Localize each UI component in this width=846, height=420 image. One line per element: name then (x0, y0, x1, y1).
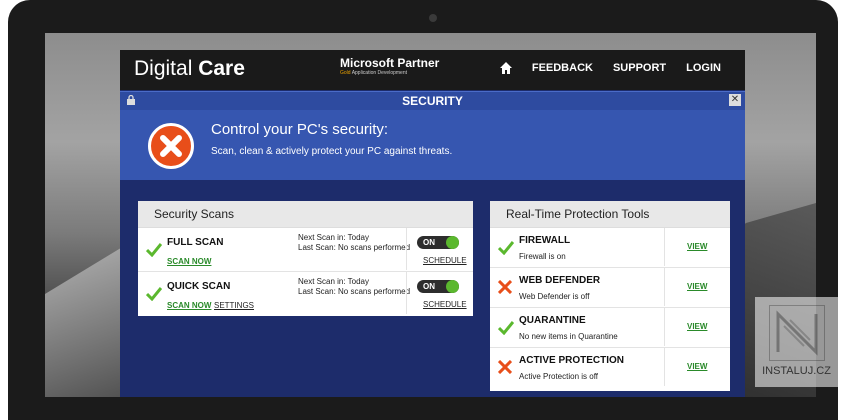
security-title: SECURITY (402, 94, 463, 108)
rt-title-bold: Real-Time (506, 207, 561, 221)
toggle-knob (446, 280, 459, 293)
scan-info: Next Scan in: Today Last Scan: No scans … (298, 277, 410, 297)
rt-panel-title: Real-Time Protection Tools (490, 201, 730, 228)
desktop-background: Digital Care Microsoft Partner Gold Appl… (45, 33, 816, 397)
watermark-logo (769, 305, 825, 361)
check-icon (498, 241, 514, 255)
scans-panel-title: Security Scans (138, 201, 473, 228)
hero-subtext: Scan, clean & actively protect your PC a… (211, 146, 453, 157)
schedule-link[interactable]: SCHEDULE (423, 300, 467, 309)
partner-gold: Gold (340, 70, 351, 76)
toggle-label: ON (423, 282, 435, 291)
toggle-label: ON (423, 238, 435, 247)
scan-toggle[interactable]: ON (417, 236, 459, 249)
scan-now-link[interactable]: SCAN NOW (167, 257, 211, 266)
real-time-protection-panel: Real-Time Protection Tools FIREWALL Fire… (490, 201, 730, 391)
schedule-column: ON SCHEDULE (406, 272, 467, 314)
app-logo: Digital Care (134, 57, 245, 81)
scan-info: Next Scan in: Today Last Scan: No scans … (298, 233, 410, 253)
view-link[interactable]: VIEW (687, 362, 707, 371)
rt-title-rest: Protection Tools (564, 207, 650, 221)
microsoft-partner-badge: Microsoft Partner Gold Application Devel… (340, 56, 439, 76)
home-icon[interactable] (499, 62, 512, 74)
check-icon (146, 287, 162, 301)
tool-name: QUARANTINE (519, 315, 586, 326)
check-icon (146, 243, 162, 257)
partner-sub: Application Development (351, 70, 407, 76)
schedule-link[interactable]: SCHEDULE (423, 256, 467, 265)
view-link[interactable]: VIEW (687, 242, 707, 251)
scan-row-full: FULL SCAN SCAN NOW Next Scan in: Today L… (138, 228, 473, 272)
toggle-knob (446, 236, 459, 249)
nav-login[interactable]: LOGIN (686, 62, 721, 74)
rt-row-active-protection: ACTIVE PROTECTION Active Protection is o… (490, 348, 730, 387)
nav-feedback[interactable]: FEEDBACK (532, 62, 593, 74)
next-scan: Next Scan in: Today (298, 233, 370, 242)
webcam (429, 14, 437, 22)
tool-name: FIREWALL (519, 235, 571, 246)
view-column: VIEW (664, 348, 715, 386)
x-icon (498, 360, 512, 374)
nav-support[interactable]: SUPPORT (613, 62, 666, 74)
digital-care-window: Digital Care Microsoft Partner Gold Appl… (120, 50, 745, 397)
tool-status: Web Defender is off (519, 292, 590, 301)
watermark: INSTALUJ.CZ (755, 297, 838, 387)
view-column: VIEW (664, 228, 715, 266)
logo-light: Digital (134, 57, 193, 80)
rt-row-web-defender: WEB DEFENDER Web Defender is off VIEW (490, 268, 730, 308)
partner-title: Microsoft Partner (340, 56, 440, 70)
logo-bold: Care (198, 57, 245, 80)
view-column: VIEW (664, 308, 715, 346)
laptop-frame: Digital Care Microsoft Partner Gold Appl… (8, 0, 838, 420)
tool-name: ACTIVE PROTECTION (519, 355, 625, 366)
scan-toggle[interactable]: ON (417, 280, 459, 293)
security-title-bar: SECURITY ✕ (120, 91, 745, 110)
hero-heading: Control your PC's security: (211, 121, 389, 138)
view-column: VIEW (664, 268, 715, 306)
tool-status: Active Protection is off (519, 372, 598, 381)
last-scan: Last Scan: No scans performed (298, 243, 411, 252)
tool-status: Firewall is on (519, 252, 566, 261)
scan-name: FULL SCAN (167, 237, 224, 248)
close-icon[interactable]: ✕ (729, 94, 741, 106)
next-scan: Next Scan in: Today (298, 277, 370, 286)
tool-name: WEB DEFENDER (519, 275, 601, 286)
rt-row-firewall: FIREWALL Firewall is on VIEW (490, 228, 730, 268)
top-nav: FEEDBACK SUPPORT LOGIN (499, 62, 721, 74)
scan-row-quick: QUICK SCAN SCAN NOW SETTINGS Next Scan i… (138, 272, 473, 315)
schedule-column: ON SCHEDULE (406, 228, 467, 270)
scan-name: QUICK SCAN (167, 281, 231, 292)
view-link[interactable]: VIEW (687, 282, 707, 291)
top-bar: Digital Care Microsoft Partner Gold Appl… (120, 50, 745, 90)
rt-row-quarantine: QUARANTINE No new items in Quarantine VI… (490, 308, 730, 348)
settings-link[interactable]: SETTINGS (214, 301, 254, 310)
view-link[interactable]: VIEW (687, 322, 707, 331)
alert-x-icon (148, 123, 194, 169)
scan-now-link[interactable]: SCAN NOW (167, 301, 211, 310)
tool-status: No new items in Quarantine (519, 332, 618, 341)
last-scan: Last Scan: No scans performed (298, 287, 411, 296)
watermark-text: INSTALUJ.CZ (762, 365, 831, 377)
check-icon (498, 321, 514, 335)
security-hero: Control your PC's security: Scan, clean … (120, 110, 745, 180)
partner-subtitle: Gold Application Development (340, 70, 439, 76)
x-icon (498, 280, 512, 294)
security-scans-panel: Security Scans FULL SCAN SCAN NOW Next S… (138, 201, 473, 316)
